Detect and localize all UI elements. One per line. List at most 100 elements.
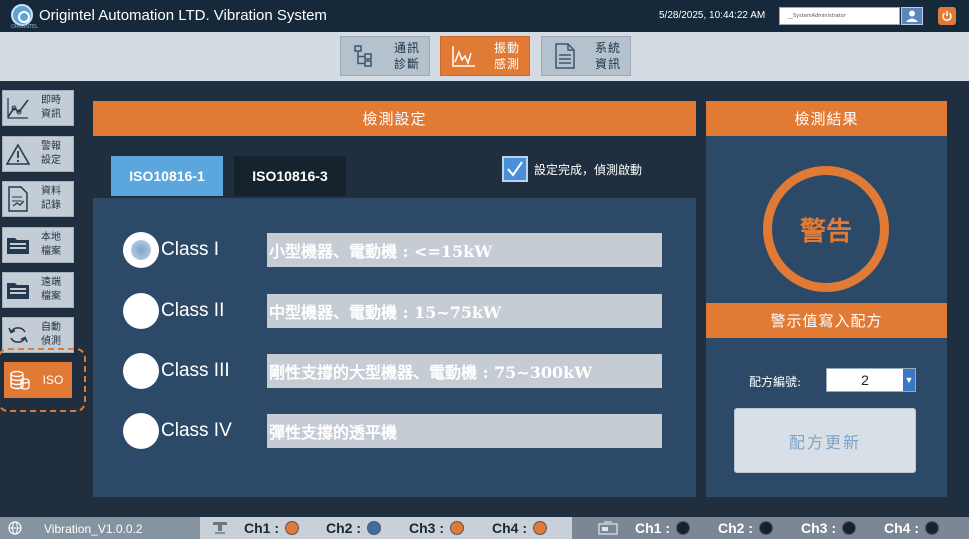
class-iii-radio[interactable] xyxy=(123,353,159,389)
log-icon xyxy=(3,186,33,212)
sidebar-item-label-bottom: 檔案 xyxy=(41,246,61,257)
channel-4-status: Ch4 : xyxy=(492,520,547,536)
app-logo-icon xyxy=(11,4,33,26)
channel-label: Ch4 : xyxy=(884,520,919,536)
write-to-recipe-header: 警示值寫入配方 xyxy=(706,303,947,338)
sidebar-item-local-files[interactable]: 本地 檔案 xyxy=(2,227,74,263)
remote-folder-icon xyxy=(3,280,33,300)
sidebar-item-iso[interactable]: ISO xyxy=(4,362,72,398)
sidebar-item-label-top: 本地 xyxy=(41,232,61,243)
recipe-number-select[interactable]: 2 ▼ xyxy=(826,368,916,392)
class-row: Class I 小型機器、電動機 : <=15kW xyxy=(123,232,662,268)
logo-caption: ORIGINTEL xyxy=(11,24,38,30)
channel-indicator xyxy=(759,521,773,535)
tab-system-info-label-bottom: 資訊 xyxy=(594,57,621,71)
tab-vibration[interactable]: 振動 感測 xyxy=(440,36,530,76)
sidebar-item-label-top: 警報 xyxy=(41,141,61,152)
class-name: Class IV xyxy=(161,420,232,441)
sidebar-item-label-bottom: 設定 xyxy=(41,155,61,166)
app-title: Origintel Automation LTD. Vibration Syst… xyxy=(39,7,327,24)
version-label: Vibration_V1.0.0.2 xyxy=(44,522,143,536)
sidebar-item-label-bottom: 偵測 xyxy=(41,336,61,347)
network-tree-icon xyxy=(349,41,379,71)
channel-indicator xyxy=(842,521,856,535)
tab-communication-label-bottom: 診斷 xyxy=(393,57,420,71)
class-iv-radio[interactable] xyxy=(123,413,159,449)
waveform-icon xyxy=(449,41,479,71)
tab-vibration-label-bottom: 感測 xyxy=(493,57,520,71)
channel-label: Ch2 : xyxy=(326,520,361,536)
channel-1-status: Ch1 : xyxy=(244,520,299,536)
globe-icon xyxy=(8,521,22,535)
class-description: 剛性支撐的大型機器、電動機 : 75~300kW xyxy=(267,354,662,388)
document-icon xyxy=(550,41,580,71)
power-button[interactable] xyxy=(938,7,956,25)
detection-results-panel: 檢測結果 警告 警示值寫入配方 配方編號: 2 ▼ 配方更新 xyxy=(706,101,947,497)
recipe-number-label: 配方編號: xyxy=(749,375,802,389)
status-indicator: 警告 xyxy=(763,166,889,292)
channel-label: Ch4 : xyxy=(492,520,527,536)
checkmark-icon xyxy=(507,161,523,177)
sidebar-item-label-top: 遠端 xyxy=(41,277,61,288)
tab-communication[interactable]: 通訊 診斷 xyxy=(340,36,430,76)
title-bar: ORIGINTEL Origintel Automation LTD. Vibr… xyxy=(0,0,969,32)
channel-indicator xyxy=(367,521,381,535)
sidebar-item-iso-label: ISO xyxy=(42,373,64,387)
detection-results-title: 檢測結果 xyxy=(706,101,947,136)
channel-indicator xyxy=(285,521,299,535)
channel-status-group-1: Ch1 : Ch2 : Ch3 : Ch4 : xyxy=(200,517,572,539)
user-login-button[interactable] xyxy=(901,7,923,25)
tab-system-info-label-top: 系統 xyxy=(594,41,621,55)
refresh-icon xyxy=(3,324,33,346)
channel-2-status: Ch2 : xyxy=(326,520,381,536)
channel-indicator xyxy=(676,521,690,535)
top-nav: 通訊診斷 振動感測 系統資訊 xyxy=(0,32,969,81)
channel-label: Ch3 : xyxy=(409,520,444,536)
channel-label: Ch1 : xyxy=(635,520,670,536)
class-description: 彈性支撐的透平機 xyxy=(267,414,662,448)
sidebar-item-label-top: 資料 xyxy=(41,186,61,197)
detection-settings-title: 檢測設定 xyxy=(93,101,696,136)
channel-label: Ch2 : xyxy=(718,520,753,536)
sidebar-item-alarm-settings[interactable]: 警報 設定 xyxy=(2,136,74,172)
sidebar-item-label-bottom: 資訊 xyxy=(41,109,61,120)
sidebar-item-remote-files[interactable]: 遠端 檔案 xyxy=(2,272,74,308)
status-left: Vibration_V1.0.0.2 xyxy=(0,517,200,539)
class-row: Class II 中型機器、電動機 : 15~75kW xyxy=(123,293,662,329)
tab-iso10816-1[interactable]: ISO10816-1 xyxy=(111,156,223,196)
channel-indicator xyxy=(450,521,464,535)
channel-indicator xyxy=(533,521,547,535)
sidebar-item-data-log[interactable]: 資料 記錄 xyxy=(2,181,74,217)
folder-icon xyxy=(3,235,33,255)
sidebar-item-label-bottom: 記錄 xyxy=(41,200,61,211)
recipe-update-button[interactable]: 配方更新 xyxy=(734,408,916,473)
sidebar-item-label-top: 即時 xyxy=(41,95,61,106)
class-description: 中型機器、電動機 : 15~75kW xyxy=(267,294,662,328)
channel-2-status: Ch2 : xyxy=(718,520,773,536)
user-field[interactable]: __SystemAdministrator xyxy=(779,7,900,25)
class-i-radio[interactable] xyxy=(123,232,159,268)
tab-iso10816-3[interactable]: ISO10816-3 xyxy=(234,156,346,196)
chevron-down-icon[interactable]: ▼ xyxy=(903,369,915,391)
datetime-display: 5/28/2025, 10:44:22 AM xyxy=(659,10,766,21)
recipe-number-value: 2 xyxy=(861,372,869,388)
status-text: 警告 xyxy=(799,216,852,247)
channel-1-status: Ch1 : xyxy=(635,520,690,536)
class-row: Class IV 彈性支撐的透平機 xyxy=(123,413,662,449)
sensor-icon xyxy=(213,522,227,534)
class-description: 小型機器、電動機 : <=15kW xyxy=(267,233,662,267)
channel-indicator xyxy=(925,521,939,535)
tab-system-info[interactable]: 系統 資訊 xyxy=(541,36,631,76)
sidebar-item-realtime[interactable]: 即時 資訊 xyxy=(2,90,74,126)
channel-label: Ch1 : xyxy=(244,520,279,536)
power-icon xyxy=(942,11,952,22)
class-ii-radio[interactable] xyxy=(123,293,159,329)
confirm-label: 設定完成，偵測啟動 xyxy=(534,163,643,177)
tab-communication-label-top: 通訊 xyxy=(393,41,420,55)
sidebar-item-label-top: 自動 xyxy=(41,322,61,333)
detection-settings-panel: 檢測設定 ISO10816-1 ISO10816-3 設定完成，偵測啟動 Cla… xyxy=(93,101,696,497)
confirm-checkbox[interactable] xyxy=(502,156,528,182)
class-name: Class I xyxy=(161,239,220,260)
status-bar: Vibration_V1.0.0.2 Ch1 : Ch2 : Ch3 : Ch4… xyxy=(0,517,969,539)
tab-vibration-label-top: 振動 xyxy=(493,41,520,55)
